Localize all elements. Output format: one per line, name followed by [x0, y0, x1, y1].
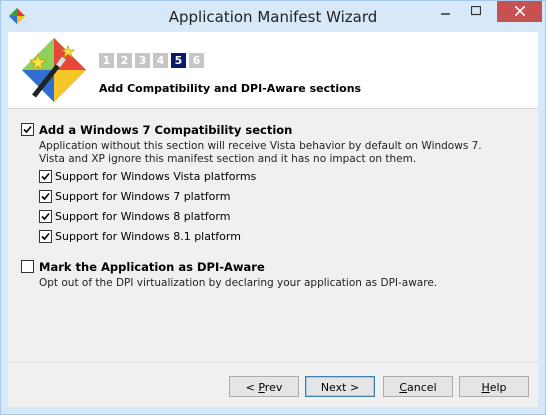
- step-6: 6: [189, 53, 204, 68]
- win8-support-label[interactable]: Support for Windows 8 platform: [55, 210, 230, 223]
- page-title: Add Compatibility and DPI-Aware sections: [99, 82, 362, 95]
- vista-support-checkbox[interactable]: [39, 170, 52, 183]
- cancel-button-accesskey: C: [399, 381, 408, 394]
- compat-section-checkbox[interactable]: [21, 123, 34, 136]
- compat-description-line1: Application without this section will re…: [39, 140, 482, 152]
- step-5-active: 5: [171, 53, 186, 68]
- win7-support-checkbox[interactable]: [39, 190, 52, 203]
- wizard-window: Application Manifest Wizard 1 2 3 4 5 6 …: [0, 0, 546, 415]
- wizard-client-area: 1 2 3 4 5 6 Add Compatibility and DPI-Aw…: [8, 32, 538, 407]
- title-bar[interactable]: Application Manifest Wizard: [1, 1, 545, 32]
- dpi-aware-label[interactable]: Mark the Application as DPI-Aware: [39, 260, 265, 274]
- help-button-label: elp: [489, 381, 507, 394]
- dpi-aware-checkbox[interactable]: [21, 260, 34, 273]
- check-icon: [41, 172, 50, 181]
- maximize-icon: [471, 6, 481, 16]
- win8-support-checkbox[interactable]: [39, 210, 52, 223]
- compat-description-line2: Vista and XP ignore this manifest sectio…: [39, 153, 417, 165]
- vista-support-label[interactable]: Support for Windows Vista platforms: [55, 170, 256, 183]
- prev-button-prefix: <: [245, 381, 259, 394]
- dpi-aware-description: Opt out of the DPI virtualization by dec…: [39, 277, 438, 289]
- close-button[interactable]: [497, 1, 542, 22]
- win81-support-label[interactable]: Support for Windows 8.1 platform: [55, 230, 241, 243]
- check-icon: [41, 232, 50, 241]
- step-2: 2: [117, 53, 132, 68]
- win81-support-checkbox[interactable]: [39, 230, 52, 243]
- help-button[interactable]: Help: [459, 376, 529, 397]
- step-4: 4: [153, 53, 168, 68]
- next-button[interactable]: Next >: [305, 376, 375, 397]
- step-3: 3: [135, 53, 150, 68]
- prev-button-label: rev: [264, 381, 283, 394]
- help-button-accesskey: H: [481, 381, 490, 394]
- cancel-button-label: ancel: [407, 381, 437, 394]
- maximize-button[interactable]: [461, 1, 491, 22]
- wizard-logo-icon: [22, 38, 86, 102]
- check-icon: [41, 212, 50, 221]
- cancel-button[interactable]: Cancel: [383, 376, 453, 397]
- minimize-icon: [441, 13, 450, 15]
- check-icon: [41, 192, 50, 201]
- win7-support-label[interactable]: Support for Windows 7 platform: [55, 190, 230, 203]
- minimize-button[interactable]: [431, 1, 461, 22]
- close-icon: [514, 6, 525, 16]
- step-1: 1: [99, 53, 114, 68]
- prev-button[interactable]: < Prev: [229, 376, 299, 397]
- wizard-header: 1 2 3 4 5 6 Add Compatibility and DPI-Aw…: [8, 32, 538, 109]
- footer-divider: [8, 362, 538, 363]
- check-icon: [23, 125, 32, 134]
- compat-section-label[interactable]: Add a Windows 7 Compatibility section: [39, 123, 292, 137]
